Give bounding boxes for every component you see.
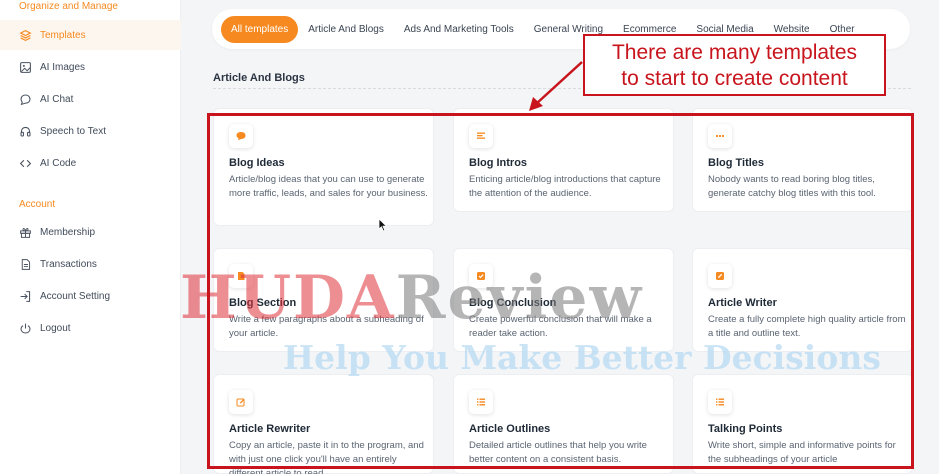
sidebar-item-label: Templates [40, 29, 86, 41]
sidebar-item-label: AI Images [40, 61, 86, 73]
mouse-cursor-icon [378, 218, 388, 232]
sidebar-item-ai-code[interactable]: AI Code [0, 148, 181, 178]
signin-icon [19, 290, 32, 303]
power-icon [19, 322, 32, 335]
gift-icon [19, 226, 32, 239]
sidebar-item-label: Speech to Text [40, 125, 106, 137]
section-title: Article And Blogs [213, 72, 305, 84]
sidebar-item-label: AI Code [40, 157, 77, 169]
sidebar-item-account-setting[interactable]: Account Setting [0, 281, 181, 311]
section-label-account: Account [19, 199, 56, 210]
sidebar-item-label: Transactions [40, 258, 97, 270]
annotation-callout: There are many templates to start to cre… [583, 34, 886, 96]
sidebar-item-membership[interactable]: Membership [0, 217, 181, 247]
sidebar-item-label: Logout [40, 322, 71, 334]
sidebar-item-label: Membership [40, 226, 96, 238]
sidebar-item-logout[interactable]: Logout [0, 313, 181, 343]
image-icon [19, 61, 32, 74]
sidebar: Organize and Manage Templates AI Images … [0, 0, 181, 474]
filter-article-and-blogs[interactable]: Article And Blogs [298, 16, 394, 43]
filter-ads-and-marketing[interactable]: Ads And Marketing Tools [394, 16, 524, 43]
annotation-line-1: There are many templates [611, 41, 858, 64]
sidebar-item-transactions[interactable]: Transactions [0, 249, 181, 279]
sidebar-item-ai-images[interactable]: AI Images [0, 52, 181, 82]
headphones-icon [19, 125, 32, 138]
layers-icon [19, 29, 32, 42]
document-icon [19, 258, 32, 271]
annotation-highlight-box [207, 113, 914, 469]
section-label-organize: Organize and Manage [19, 1, 118, 12]
sidebar-item-label: Account Setting [40, 290, 111, 302]
sidebar-item-ai-chat[interactable]: AI Chat [0, 84, 181, 114]
sidebar-item-label: AI Chat [40, 93, 74, 105]
code-icon [19, 157, 32, 170]
filter-all-templates[interactable]: All templates [221, 15, 299, 43]
sidebar-item-templates[interactable]: Templates [0, 20, 181, 50]
chat-icon [19, 93, 32, 106]
annotation-line-2: to start to create content [621, 67, 848, 90]
sidebar-item-speech-to-text[interactable]: Speech to Text [0, 116, 181, 146]
